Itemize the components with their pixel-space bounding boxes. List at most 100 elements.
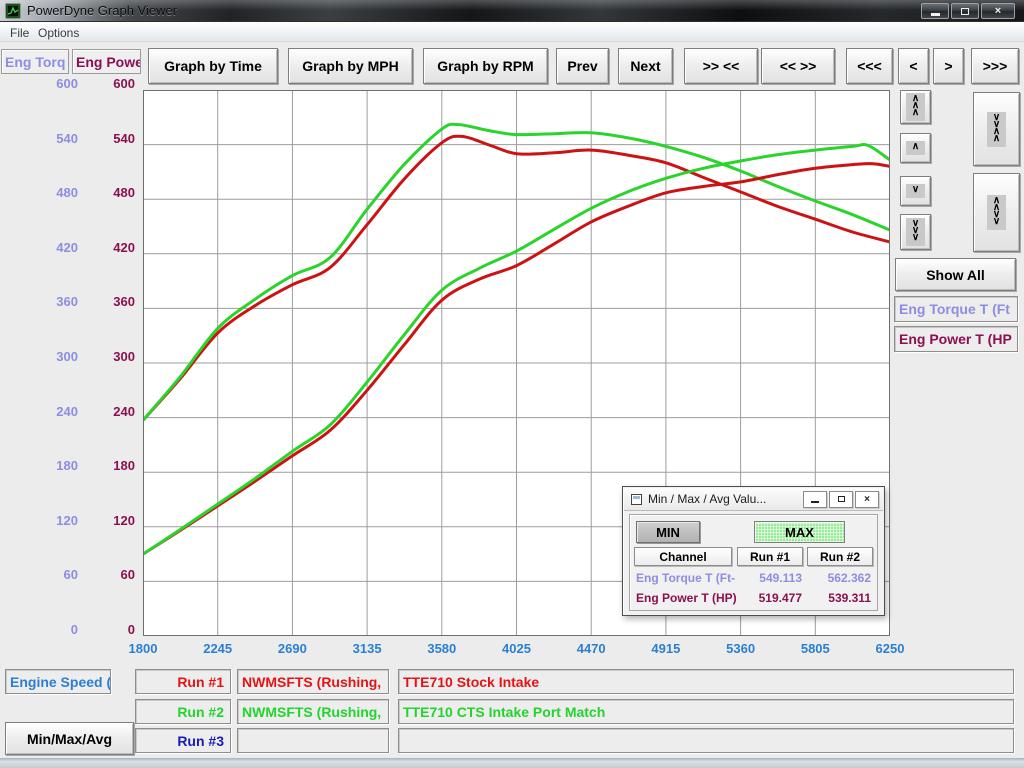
minimize-icon [811, 501, 819, 503]
minmax-title-bar[interactable]: Min / Max / Avg Valu... × [624, 488, 883, 511]
run1-column-header[interactable]: Run #1 [737, 547, 803, 566]
y-tick-label: 120 [28, 513, 78, 528]
minmax-power-run2-value: 539.311 [812, 591, 871, 605]
run1-name-box: NWMSFTS (Rushing, [237, 669, 389, 694]
axis-header-torque[interactable]: Eng Torq [1, 49, 69, 74]
run1-label-box[interactable]: Run #1 [135, 669, 231, 694]
y-tick-label: 180 [90, 458, 135, 473]
restore-icon [838, 496, 845, 502]
zoom-out-x-button[interactable]: << >> [761, 48, 835, 84]
minmax-row-torque-channel: Eng Torque T (Ft- [636, 571, 748, 585]
y-tick-label: 0 [90, 622, 135, 637]
x-tick-label: 4915 [651, 641, 680, 656]
minimize-icon [931, 13, 940, 16]
expand-chevrons-icon: ∧∧∨∨ [987, 195, 1006, 230]
graph-by-time-button[interactable]: Graph by Time [148, 48, 278, 84]
run2-name-box: NWMSFTS (Rushing, [237, 699, 389, 724]
scroll-right-fast-button[interactable]: >>> [971, 48, 1019, 84]
chevron-up-triple-icon: ∧∧∧ [906, 93, 925, 121]
chevron-down-icon: ∨ [906, 184, 925, 198]
y-tick-label: 300 [28, 349, 78, 364]
chevron-down-triple-icon: ∨∨∨ [906, 218, 925, 246]
close-icon: × [864, 494, 870, 505]
y-tick-label: 300 [90, 349, 135, 364]
menu-file[interactable]: File [4, 24, 35, 42]
min-toggle-button[interactable]: MIN [636, 521, 700, 543]
scroll-right-button[interactable]: > [933, 48, 964, 84]
y-tick-label: 540 [28, 131, 78, 146]
run3-label-box[interactable]: Run #3 [135, 728, 231, 753]
run2-desc-box: TTE710 CTS Intake Port Match [398, 699, 1014, 724]
max-toggle-button[interactable]: MAX [754, 521, 845, 543]
y-tick-label: 120 [90, 513, 135, 528]
window-title: PowerDyne Graph Viewer [27, 3, 177, 18]
x-tick-label: 6250 [876, 641, 905, 656]
y-tick-label: 240 [28, 404, 78, 419]
maximize-button[interactable] [951, 3, 979, 19]
scroll-left-button[interactable]: < [898, 48, 929, 84]
compress-chevrons-icon: ∨∨∧∧ [987, 112, 1006, 147]
y-tick-label: 600 [28, 76, 78, 91]
chevron-up-icon: ∧ [906, 141, 925, 155]
x-tick-label: 4470 [577, 641, 606, 656]
x-tick-label: 2245 [203, 641, 232, 656]
graph-by-rpm-button[interactable]: Graph by RPM [423, 48, 548, 84]
y-expand-button[interactable]: ∧∧∨∨ [973, 173, 1020, 252]
minimize-button[interactable] [921, 3, 949, 19]
min-max-avg-button[interactable]: Min/Max/Avg [5, 722, 134, 755]
next-button[interactable]: Next [618, 48, 673, 84]
x-tick-label: 4025 [502, 641, 531, 656]
y-tick-label: 480 [28, 185, 78, 200]
zoom-in-x-button[interactable]: >> << [684, 48, 758, 84]
x-tick-label: 3135 [353, 641, 382, 656]
y-tick-label: 240 [90, 404, 135, 419]
channel-box-power[interactable]: Eng Power T (HP [894, 326, 1018, 352]
x-tick-label: 3580 [427, 641, 456, 656]
form-icon [631, 494, 642, 505]
y-tick-label: 420 [90, 240, 135, 255]
y-compress-button[interactable]: ∨∨∧∧ [973, 92, 1020, 166]
menu-options[interactable]: Options [32, 24, 85, 42]
run2-label-box[interactable]: Run #2 [135, 699, 231, 724]
minmax-torque-run1-value: 549.113 [743, 571, 802, 585]
axis-header-power[interactable]: Eng Powe [72, 49, 141, 74]
channel-box-torque[interactable]: Eng Torque T (Ft [894, 296, 1018, 322]
minmax-power-run1-value: 519.477 [743, 591, 802, 605]
minmax-row-power-channel: Eng Power T (HP) [636, 591, 748, 605]
title-bar[interactable]: PowerDyne Graph Viewer × [0, 0, 1024, 22]
y-tick-label: 420 [28, 240, 78, 255]
maximize-icon [961, 8, 969, 15]
minmax-window-title: Min / Max / Avg Valu... [648, 492, 803, 506]
run3-desc-box [398, 728, 1014, 753]
y-tick-label: 60 [28, 567, 78, 582]
y-tick-label: 540 [90, 131, 135, 146]
channel-column-header[interactable]: Channel [634, 547, 732, 566]
run1-desc-box: TTE710 Stock Intake [398, 669, 1014, 694]
y-scroll-down-button[interactable]: ∨ [900, 176, 931, 206]
prev-button[interactable]: Prev [556, 48, 609, 84]
y-tick-label: 0 [28, 622, 78, 637]
minmax-minimize-button[interactable] [803, 491, 827, 508]
x-tick-label: 1800 [129, 641, 158, 656]
show-all-button[interactable]: Show All [895, 258, 1016, 291]
minmax-close-button[interactable]: × [855, 491, 879, 508]
window-bottom-border [0, 758, 1024, 768]
y-scroll-down-fast-button[interactable]: ∨∨∨ [900, 214, 931, 250]
y-scroll-up-fast-button[interactable]: ∧∧∧ [900, 90, 931, 124]
y-tick-label: 60 [90, 567, 135, 582]
y-scroll-up-button[interactable]: ∧ [900, 133, 931, 163]
close-button[interactable]: × [981, 3, 1015, 19]
minmax-window: Min / Max / Avg Valu... × MIN MAX Channe… [622, 486, 885, 616]
x-axis-channel-box: Engine Speed (RI [5, 669, 111, 694]
minmax-restore-button[interactable] [829, 491, 853, 508]
graph-by-mph-button[interactable]: Graph by MPH [288, 48, 413, 84]
minmax-torque-run2-value: 562.362 [812, 571, 871, 585]
x-tick-label: 5360 [726, 641, 755, 656]
run2-column-header[interactable]: Run #2 [807, 547, 873, 566]
x-tick-label: 5805 [801, 641, 830, 656]
run3-name-box [237, 728, 389, 753]
y-tick-label: 360 [28, 294, 78, 309]
y-tick-label: 480 [90, 185, 135, 200]
y-tick-label: 360 [90, 294, 135, 309]
scroll-left-fast-button[interactable]: <<< [846, 48, 893, 84]
